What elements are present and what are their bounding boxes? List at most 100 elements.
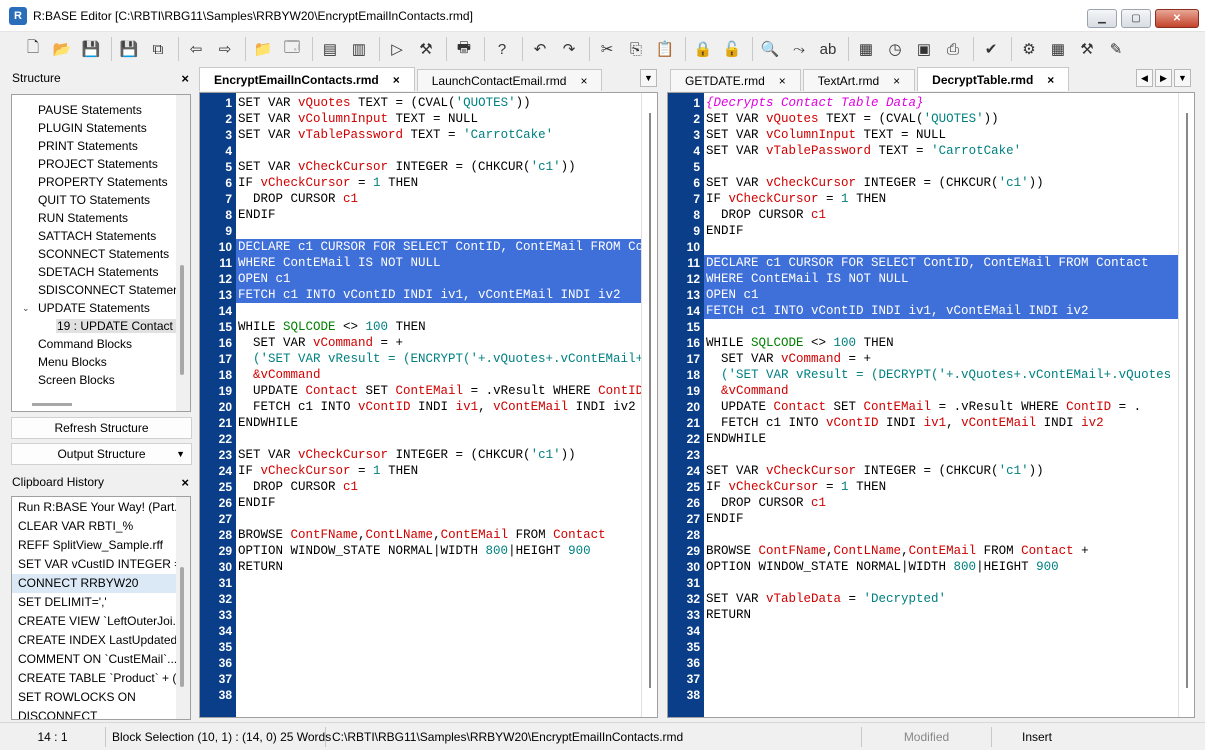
unlock-button[interactable]: 🔓	[719, 36, 745, 62]
print-button[interactable]: 🖶	[451, 36, 477, 62]
code-line[interactable]: 3 SET VAR vColumnInput TEXT = NULL	[668, 127, 1194, 143]
clipboard-item[interactable]: CONNECT RRBYW20	[12, 574, 178, 593]
forward-arrow-button[interactable]: ⇨	[212, 36, 238, 62]
tree-item[interactable]: PLUGIN Statements	[12, 119, 190, 137]
tree-item[interactable]: 19 : UPDATE Contact SET ContEMail	[12, 317, 190, 335]
editor-tab[interactable]: TextArt.rmd ×	[802, 69, 916, 91]
tab-close-icon[interactable]: ×	[580, 74, 587, 88]
refresh-structure-button[interactable]: Refresh Structure	[11, 417, 192, 439]
code-line[interactable]: 19 UPDATE Contact SET ContEMail = .vResu…	[200, 383, 657, 399]
code-line[interactable]: 38	[668, 687, 1194, 703]
redo-button[interactable]: ↷	[556, 36, 582, 62]
wizard-button[interactable]: ✎	[1103, 36, 1129, 62]
grid-button[interactable]: ▦	[1045, 36, 1071, 62]
save-as-button[interactable]: 💾	[116, 36, 142, 62]
code-line[interactable]: 22	[200, 431, 657, 447]
output-structure-button[interactable]: Output Structure ▼	[11, 443, 192, 465]
save-button[interactable]: 💾	[78, 36, 104, 62]
code-line[interactable]: 24 SET VAR vCheckCursor INTEGER = (CHKCUR…	[668, 463, 1194, 479]
code-line[interactable]: 33 RETURN	[668, 607, 1194, 623]
code-line[interactable]: 1 {Decrypts Contact Table Data}	[668, 95, 1194, 111]
code-line[interactable]: 35	[668, 639, 1194, 655]
expand-chevron-icon[interactable]: ⌄	[22, 299, 30, 317]
save-all-button[interactable]: ⧉	[145, 36, 171, 62]
code-line[interactable]: 1 SET VAR vQuotes TEXT = (CVAL('QUOTES'))	[200, 95, 657, 111]
code-line[interactable]: 18 &vCommand	[200, 367, 657, 383]
code-line[interactable]: 11 WHERE ContEMail IS NOT NULL	[200, 255, 657, 271]
open-folder-button[interactable]: 📂	[49, 36, 75, 62]
clipboard-item[interactable]: SET VAR vCustID INTEGER =...	[12, 555, 178, 574]
clipboard-item[interactable]: COMMENT ON `CustEMail`...	[12, 650, 178, 669]
tree-item[interactable]: Command Blocks	[12, 335, 190, 353]
clipboard-item[interactable]: SET DELIMIT=','	[12, 593, 178, 612]
editor-tab[interactable]: LaunchContactEmail.rmd ×	[416, 69, 603, 91]
code-line[interactable]: 15 WHILE SQLCODE <> 100 THEN	[200, 319, 657, 335]
code-line[interactable]: 20 UPDATE Contact SET ContEMail = .vResu…	[668, 399, 1194, 415]
structure-close-button[interactable]: ×	[181, 71, 189, 86]
code-line[interactable]: 21 FETCH c1 INTO vContID INDI iv1, vCont…	[668, 415, 1194, 431]
editor-tab[interactable]: DecryptTable.rmd ×	[917, 67, 1070, 91]
code-line[interactable]: 5 SET VAR vCheckCursor INTEGER = (CHKCUR(…	[200, 159, 657, 175]
code-line[interactable]: 21 ENDWHILE	[200, 415, 657, 431]
paste-button[interactable]: 📋	[652, 36, 678, 62]
code-line[interactable]: 18 ('SET VAR vResult = (DECRYPT('+.vQuot…	[668, 367, 1194, 383]
clipboard-item[interactable]: SET ROWLOCKS ON	[12, 688, 178, 707]
code-line[interactable]: 25 DROP CURSOR c1	[200, 479, 657, 495]
code-line[interactable]: 25 IF vCheckCursor = 1 THEN	[668, 479, 1194, 495]
code-line[interactable]: 7 DROP CURSOR c1	[200, 191, 657, 207]
code-line[interactable]: 32	[200, 591, 657, 607]
structure-vscrollbar[interactable]	[176, 95, 190, 411]
close-file-button[interactable]: 🗔	[279, 36, 305, 62]
clipboard-item[interactable]: CREATE TABLE `Product` + (...	[12, 669, 178, 688]
clipboard-list[interactable]: Run R:BASE Your Way! (Part... CLEAR VAR R…	[11, 496, 191, 720]
clipboard-item[interactable]: CREATE INDEX LastUpdated...	[12, 631, 178, 650]
code-line[interactable]: 6 IF vCheckCursor = 1 THEN	[200, 175, 657, 191]
tree-item[interactable]: SDETACH Statements	[12, 263, 190, 281]
code-line[interactable]: 31	[200, 575, 657, 591]
settings-button[interactable]: ⚙	[1016, 36, 1042, 62]
code-line[interactable]: 23 SET VAR vCheckCursor INTEGER = (CHKCUR…	[200, 447, 657, 463]
clipboard-item[interactable]: REFF SplitView_Sample.rff	[12, 536, 178, 555]
code-line[interactable]: 9	[200, 223, 657, 239]
check-button[interactable]: ✔	[978, 36, 1004, 62]
tab-scroll-left-button[interactable]: ◀	[1136, 69, 1153, 87]
clipboard-item[interactable]: CLEAR VAR RBTI_%	[12, 517, 178, 536]
code-line[interactable]: 24 IF vCheckCursor = 1 THEN	[200, 463, 657, 479]
tab-close-icon[interactable]: ×	[1047, 73, 1054, 87]
code-line[interactable]: 12 WHERE ContEMail IS NOT NULL	[668, 271, 1194, 287]
tab-close-icon[interactable]: ×	[779, 74, 786, 88]
code-line[interactable]: 2 SET VAR vQuotes TEXT = (CVAL('QUOTES'))	[668, 111, 1194, 127]
code-line[interactable]: 7 IF vCheckCursor = 1 THEN	[668, 191, 1194, 207]
tools-button[interactable]: ⚒	[1074, 36, 1100, 62]
code-line[interactable]: 13 OPEN c1	[668, 287, 1194, 303]
code-line[interactable]: 33	[200, 607, 657, 623]
code-line[interactable]: 26 DROP CURSOR c1	[668, 495, 1194, 511]
code-line[interactable]: 2 SET VAR vColumnInput TEXT = NULL	[200, 111, 657, 127]
tree-item[interactable]: PROJECT Statements	[12, 155, 190, 173]
clipboard-close-button[interactable]: ×	[181, 475, 189, 490]
clipboard-button[interactable]: ▣	[911, 36, 937, 62]
tree-item[interactable]: PAUSE Statements	[12, 101, 190, 119]
back-arrow-button[interactable]: ⇦	[183, 36, 209, 62]
code-line[interactable]: 36	[200, 655, 657, 671]
run-button[interactable]: ▷	[384, 36, 410, 62]
code-line[interactable]: 27 ENDIF	[668, 511, 1194, 527]
tab-scroll-right-button[interactable]: ▶	[1155, 69, 1172, 87]
code-line[interactable]: 10 DECLARE c1 CURSOR FOR SELECT ContID, C…	[200, 239, 657, 255]
minimize-button[interactable]: ▁	[1087, 9, 1117, 28]
code-line[interactable]: 16 WHILE SQLCODE <> 100 THEN	[668, 335, 1194, 351]
tab-close-icon[interactable]: ×	[893, 74, 900, 88]
code-line[interactable]: 3 SET VAR vTablePassword TEXT = 'CarrotCa…	[200, 127, 657, 143]
tab-close-icon[interactable]: ×	[393, 73, 400, 87]
left-editor[interactable]: 1 SET VAR vQuotes TEXT = (CVAL('QUOTES'))…	[199, 92, 658, 718]
tree-item[interactable]: SCONNECT Statements	[12, 245, 190, 263]
code-line[interactable]: 38	[200, 687, 657, 703]
find-button[interactable]: 🔍	[757, 36, 783, 62]
lock-button[interactable]: 🔒	[690, 36, 716, 62]
code-line[interactable]: 29 BROWSE ContFName,ContLName,ContEMail F…	[668, 543, 1194, 559]
tree-item[interactable]: SDISCONNECT Statements	[12, 281, 190, 299]
tree-item[interactable]: RUN Statements	[12, 209, 190, 227]
code-line[interactable]: 10	[668, 239, 1194, 255]
save-copy-button[interactable]: ⎙	[940, 36, 966, 62]
right-tab-dropdown[interactable]: ▼	[1174, 69, 1191, 87]
